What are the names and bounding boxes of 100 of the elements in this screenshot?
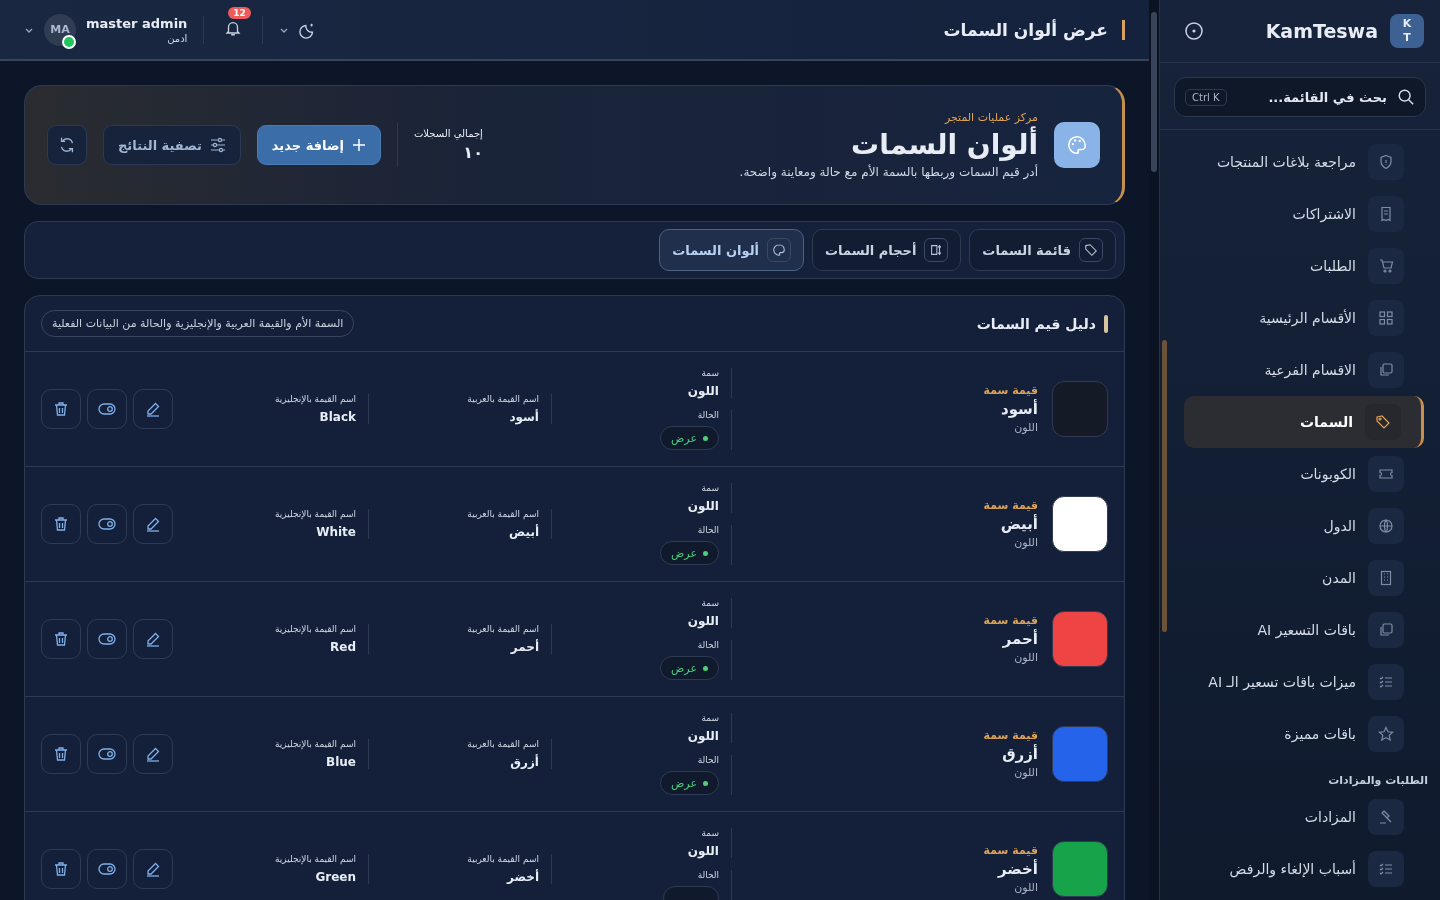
receipt-icon	[1378, 206, 1394, 222]
delete-button[interactable]	[41, 389, 81, 429]
sidebar-item[interactable]: الكوبونات	[1196, 448, 1414, 500]
value-name: أسود	[1000, 400, 1038, 418]
sidebar-item[interactable]: أسباب الإلغاء والرفض	[1196, 843, 1414, 895]
field-value: اللون	[687, 614, 719, 628]
list-icon	[1378, 861, 1394, 877]
tab[interactable]: أحجام السمات	[812, 229, 962, 271]
brand-logo: K T	[1390, 14, 1424, 48]
sidebar-item[interactable]: الاشتراكات	[1196, 188, 1414, 240]
field-value: اللون	[687, 729, 719, 743]
field-label: سمة	[701, 828, 719, 838]
cart-icon	[1378, 258, 1394, 274]
sidebar-item[interactable]: المدن	[1196, 552, 1414, 604]
sidebar-item[interactable]: المزادات	[1196, 791, 1414, 843]
field-label: اسم القيمة بالإنجليزية	[275, 624, 356, 634]
page-title: عرض ألوان السمات	[943, 19, 1125, 40]
toggle-button[interactable]	[87, 734, 127, 774]
sidebar-item[interactable]: باقات مميزة	[1196, 708, 1414, 760]
menu-search-field[interactable]: بحث في القائمة...	[1234, 88, 1389, 106]
sidebar-item[interactable]: الأقسام الرئيسية	[1196, 292, 1414, 344]
field-value: أحمر	[510, 640, 539, 654]
field-label: الحالة	[697, 640, 719, 650]
parent-attribute: اللون	[1013, 766, 1038, 779]
shield-icon	[1378, 154, 1394, 170]
delete-button[interactable]	[41, 849, 81, 889]
edit-button[interactable]	[133, 849, 173, 889]
parent-attribute: اللون	[1013, 536, 1038, 549]
sidebar-item[interactable]: باقات التسعير AI	[1196, 604, 1414, 656]
edit-button[interactable]	[133, 734, 173, 774]
shortcut-badge: Ctrl K	[1185, 88, 1227, 106]
filter-button[interactable]: تصفية النتائج	[103, 125, 241, 165]
field-value: اللون	[687, 499, 719, 513]
sidebar-item[interactable]: الطلبات	[1196, 240, 1414, 292]
refresh-button[interactable]	[47, 125, 87, 165]
sidebar-item[interactable]: مراجعة بلاغات المنتجات	[1196, 136, 1414, 188]
field-value: أسود	[509, 410, 539, 424]
value-type-label: قيمة سمة	[983, 844, 1038, 857]
delete-button[interactable]	[41, 504, 81, 544]
field-label: اسم القيمة بالعربية	[467, 509, 539, 519]
pencil-icon	[145, 631, 161, 647]
sidebar-item[interactable]: الاقسام الفرعية	[1196, 344, 1414, 396]
sidebar-item[interactable]: ميزات باقات تسعير الـ AI	[1196, 656, 1414, 708]
notification-count: 12	[228, 6, 251, 19]
toggle-button[interactable]	[87, 389, 127, 429]
plus-icon	[351, 138, 366, 152]
toggle-icon	[98, 403, 116, 415]
palette-icon	[772, 243, 786, 257]
value-name: أبيض	[999, 515, 1038, 533]
field-label: اسم القيمة بالإنجليزية	[275, 394, 356, 404]
palette-icon	[1066, 134, 1088, 156]
add-new-button[interactable]: إضافة جديد	[256, 125, 381, 165]
delete-button[interactable]	[41, 619, 81, 659]
sidebar-item[interactable]: الدول	[1196, 500, 1414, 552]
trash-icon	[53, 861, 69, 877]
user-avatar[interactable]: MA	[44, 13, 76, 46]
copy-icon	[1378, 622, 1394, 638]
star-icon	[1378, 726, 1394, 742]
edit-button[interactable]	[133, 389, 173, 429]
field-label: اسم القيمة بالعربية	[467, 394, 539, 404]
grid-icon	[1378, 310, 1394, 326]
value-name: أحمر	[1001, 630, 1038, 648]
target-icon[interactable]	[1184, 21, 1204, 41]
toggle-button[interactable]	[87, 504, 127, 544]
parent-attribute: اللون	[1013, 421, 1038, 434]
field-label: اسم القيمة بالعربية	[467, 854, 539, 864]
globe-icon	[1378, 518, 1394, 534]
tab[interactable]: ألوان السمات	[659, 229, 804, 271]
tab[interactable]: قائمة السمات	[969, 229, 1116, 271]
building-icon	[1378, 570, 1394, 586]
field-label: الحالة	[697, 870, 719, 880]
field-value: Red	[330, 640, 356, 654]
value-name: أخضر	[996, 860, 1038, 878]
parent-attribute: اللون	[1013, 881, 1038, 894]
field-label: الحالة	[697, 755, 719, 765]
field-label: اسم القيمة بالإنجليزية	[275, 739, 356, 749]
status-pill: عرض	[660, 541, 719, 565]
brand-name: KamTeswa	[1264, 20, 1378, 42]
sidebar-item[interactable]: السمات	[1184, 396, 1424, 448]
section-heading: الطلبات والمزادات	[1327, 773, 1428, 789]
field-label: اسم القيمة بالعربية	[467, 739, 539, 749]
toggle-button[interactable]	[87, 849, 127, 889]
field-value: أبيض	[509, 525, 539, 539]
copy-icon	[1378, 362, 1394, 378]
tag-icon	[1084, 243, 1098, 257]
trash-icon	[53, 631, 69, 647]
pencil-icon	[145, 516, 161, 532]
value-type-label: قيمة سمة	[983, 614, 1038, 627]
sliders-icon	[209, 137, 226, 153]
status-pill: عرض	[660, 426, 719, 450]
edit-button[interactable]	[133, 619, 173, 659]
toggle-button[interactable]	[87, 619, 127, 659]
resize-icon	[929, 243, 944, 257]
edit-button[interactable]	[133, 504, 173, 544]
gavel-icon	[1378, 809, 1394, 825]
scrollbar[interactable]	[1149, 0, 1159, 900]
delete-button[interactable]	[41, 734, 81, 774]
trash-icon	[53, 401, 69, 417]
pencil-icon	[145, 861, 161, 877]
tag-icon	[1375, 414, 1391, 430]
